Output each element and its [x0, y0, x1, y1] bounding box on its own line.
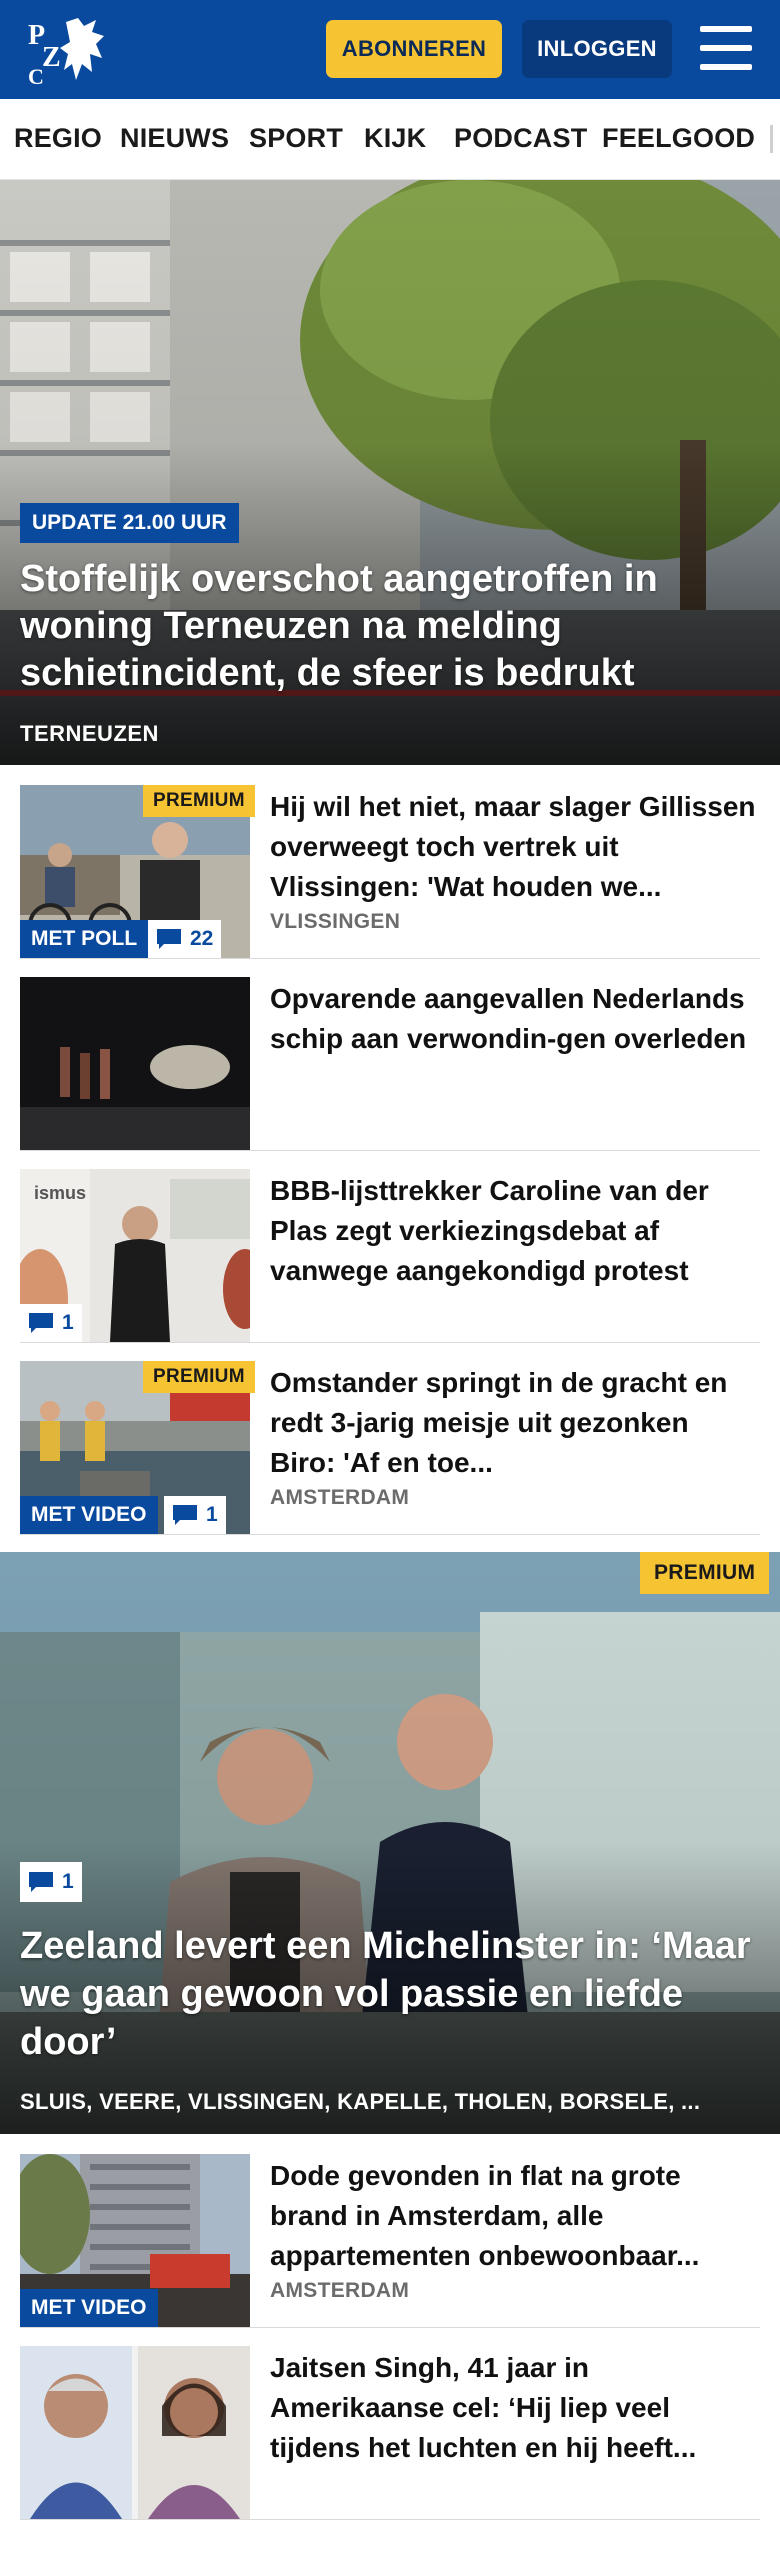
article-title[interactable]: Opvarende aangevallen Nederlands schip a…: [270, 979, 760, 1059]
pzc-logo[interactable]: P Z C: [26, 14, 112, 89]
category-nav: REGIO NIEUWS SPORT KIJK PODCAST FEELGOOD: [0, 99, 780, 180]
nav-item-kijk[interactable]: KIJK: [364, 123, 426, 154]
login-button[interactable]: INLOGGEN: [522, 20, 672, 78]
article-item[interactable]: Opvarende aangevallen Nederlands schip a…: [20, 977, 760, 1151]
comment-count[interactable]: 1: [20, 1862, 82, 1902]
article-thumbnail: [20, 977, 250, 1150]
site-header: P Z C ABONNEREN INLOGGEN: [0, 0, 780, 99]
comment-count[interactable]: 1: [20, 1304, 82, 1342]
article-location: VLISSINGEN: [270, 910, 401, 933]
comment-icon: [172, 1504, 198, 1526]
premium-badge: PREMIUM: [143, 785, 255, 817]
article-item[interactable]: MET VIDEO Dode gevonden in flat na grote…: [20, 2154, 760, 2328]
article-thumbnail: [20, 2346, 250, 2519]
nav-item-podcast[interactable]: PODCAST: [454, 123, 587, 154]
update-badge: UPDATE 21.00 UUR: [20, 503, 239, 543]
article-title[interactable]: Omstander springt in de gracht en redt 3…: [270, 1363, 760, 1483]
poll-tag: MET POLL: [20, 920, 149, 958]
comment-count-value: 1: [62, 1870, 74, 1893]
feature-article[interactable]: PREMIUM 1 Zeeland levert een Michelinste…: [0, 1552, 780, 2134]
svg-text:C: C: [28, 64, 44, 86]
video-tag: MET VIDEO: [20, 2289, 158, 2327]
article-location: AMSTERDAM: [270, 2279, 410, 2302]
article-title[interactable]: Hij wil het niet, maar slager Gillissen …: [270, 787, 760, 907]
article-title[interactable]: Jaitsen Singh, 41 jaar in Amerikaanse ce…: [270, 2348, 760, 2468]
video-tag: MET VIDEO: [20, 1496, 158, 1534]
comment-icon: [28, 1312, 54, 1334]
svg-text:ismus: ismus: [34, 1183, 86, 1203]
nav-item-sport[interactable]: SPORT: [249, 123, 343, 154]
hero-location: TERNEUZEN: [20, 721, 159, 746]
comment-count-value: 1: [206, 1503, 218, 1526]
menu-icon[interactable]: [700, 26, 752, 72]
comment-icon: [156, 928, 182, 950]
premium-badge: PREMIUM: [143, 1361, 255, 1393]
comment-count-value: 22: [190, 927, 214, 950]
comment-count[interactable]: 1: [164, 1496, 226, 1534]
feature-location: SLUIS, VEERE, VLISSINGEN, KAPELLE, THOLE…: [20, 2089, 701, 2114]
article-item[interactable]: PREMIUM MET POLL 22 Hij wil het niet, ma…: [20, 785, 760, 959]
hero-title[interactable]: Stoffelijk overschot aangetroffen in won…: [20, 556, 760, 697]
comment-icon: [28, 1871, 54, 1893]
article-title[interactable]: BBB-lijsttrekker Caroline van der Plas z…: [270, 1171, 760, 1291]
feature-title[interactable]: Zeeland levert een Michelinster in: ‘Maa…: [20, 1922, 760, 2066]
nav-overflow-indicator: [770, 125, 773, 153]
comment-count[interactable]: 22: [148, 920, 222, 958]
svg-text:Z: Z: [42, 42, 61, 73]
comment-count-value: 1: [62, 1311, 74, 1334]
article-item[interactable]: PREMIUM MET VIDEO 1 Omstander springt in…: [20, 1361, 760, 1535]
nav-item-regio[interactable]: REGIO: [14, 123, 102, 154]
hero-article[interactable]: UPDATE 21.00 UUR Stoffelijk overschot aa…: [0, 180, 780, 765]
article-title[interactable]: Dode gevonden in flat na grote brand in …: [270, 2156, 760, 2276]
article-location: AMSTERDAM: [270, 1486, 410, 1509]
nav-item-nieuws[interactable]: NIEUWS: [120, 123, 229, 154]
nav-item-feelgood[interactable]: FEELGOOD: [602, 123, 755, 154]
premium-badge: PREMIUM: [640, 1552, 770, 1594]
article-item[interactable]: ismus 1 BBB-lijsttrekker Caroline van de…: [20, 1169, 760, 1343]
subscribe-button[interactable]: ABONNEREN: [326, 20, 502, 78]
article-item[interactable]: Jaitsen Singh, 41 jaar in Amerikaanse ce…: [20, 2346, 760, 2520]
